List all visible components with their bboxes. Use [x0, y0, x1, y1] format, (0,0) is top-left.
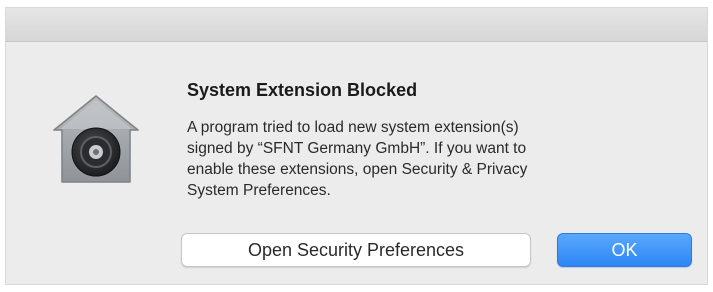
message-line: signed by “SFNT Germany GmbH”. If you wa…: [187, 140, 527, 157]
message-line: A program tried to load new system exten…: [187, 119, 519, 136]
dialog-message: A program tried to load new system exten…: [187, 117, 667, 201]
ok-button[interactable]: OK: [557, 233, 692, 267]
open-security-preferences-button[interactable]: Open Security Preferences: [181, 233, 531, 267]
alert-dialog: System Extension Blocked A program tried…: [6, 8, 707, 284]
dialog-title: System Extension Blocked: [187, 80, 418, 100]
window-titlebar[interactable]: [6, 8, 707, 42]
screen: System Extension Blocked A program tried…: [0, 0, 713, 292]
security-lock-house-icon: [46, 90, 146, 190]
message-line: System Preferences.: [187, 182, 331, 199]
message-line: enable these extensions, open Security &…: [187, 161, 528, 178]
